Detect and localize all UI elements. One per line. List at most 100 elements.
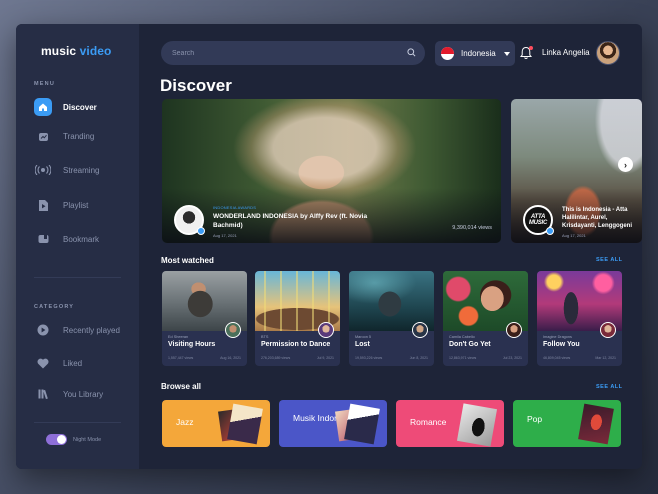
featured-video-card[interactable]: INDONESIA AWARDS WONDERLAND INDONESIA by… [162,99,501,243]
video-artist[interactable]: Maroon 5 [355,335,371,339]
album-art-image [456,403,498,447]
sidebar-item-label: You Library [63,389,104,399]
album-art-image [344,403,380,445]
video-artist[interactable]: Imagine Dragons [543,335,572,339]
toggle-switch[interactable] [46,434,67,445]
sidebar-item-library[interactable]: You Library [34,383,129,405]
library-icon [34,385,52,403]
verified-icon [197,227,205,235]
brand-name-primary: music [41,44,77,58]
genre-card-romance[interactable]: Romance [396,400,504,447]
video-card[interactable]: Maroon 5 Lost 19,593,226 views Jun 8, 20… [349,271,434,366]
chevron-right-icon: › [624,159,627,170]
video-card[interactable]: Camila Cabello Don't Go Yet 12,863,971 v… [443,271,528,366]
search-icon[interactable] [407,48,416,57]
trending-icon [34,127,52,145]
bookmark-icon [34,230,52,248]
browse-all-see-all-link[interactable]: SEE ALL [596,384,623,390]
featured-views: 9,390,014 views [452,225,492,231]
video-title[interactable]: Follow You [543,341,620,348]
artist-avatar[interactable] [506,322,522,338]
sidebar-item-liked[interactable]: Liked [34,352,129,374]
artist-avatar[interactable] [225,322,241,338]
video-title[interactable]: Lost [355,341,432,348]
country-selector[interactable]: Indonesia [435,41,515,66]
album-art-image [578,403,614,445]
sidebar-item-discover[interactable]: Discover [34,96,129,118]
genre-card-jazz[interactable]: Jazz [162,400,270,447]
category-section-label: CATEGORY [34,304,75,310]
menu-section-label: MENU [34,81,55,87]
playlist-icon [34,196,52,214]
most-watched-title: Most watched [161,256,214,265]
genre-card-pop[interactable]: Pop [513,400,621,447]
search-input[interactable] [172,41,392,65]
country-label: Indonesia [461,49,496,58]
toggle-knob [57,435,66,444]
sidebar-item-label: Liked [63,358,83,368]
featured-date: Aug 17, 2021 [213,233,237,238]
sidebar-divider [34,277,121,278]
user-avatar[interactable] [596,41,620,65]
featured-title[interactable]: This is Indonesia - Atta Halilintar, Aur… [562,206,642,230]
carousel-next-button[interactable]: › [618,157,633,172]
artist-avatar[interactable] [600,322,616,338]
video-artist[interactable]: Ed Sheeran [168,335,188,339]
video-views: 12,863,971 views [449,356,477,360]
video-date: Mar 12, 2021 [595,356,616,360]
video-date: Aug 16, 2021 [220,356,241,360]
video-card[interactable]: Imagine Dragons Follow You 46,809,045 vi… [537,271,622,366]
video-views: 276,203,689 views [261,356,291,360]
sidebar: music video MENU Discover Tranding Strea… [16,24,139,469]
night-mode-toggle[interactable]: Night Mode [46,434,101,445]
channel-avatar-text: ATTA MUSIC [528,214,548,226]
indonesia-flag-icon [441,47,454,60]
brand-logo[interactable]: music video [41,44,111,58]
sidebar-item-streaming[interactable]: Streaming [34,159,129,181]
verified-icon [546,227,554,235]
video-artist[interactable]: Camila Cabello [449,335,475,339]
video-date: Jul 9, 2021 [316,356,334,360]
artist-avatar[interactable] [318,322,334,338]
genre-label: Jazz [176,417,194,427]
sidebar-item-label: Streaming [63,165,100,175]
featured-tag: INDONESIA AWARDS [213,205,257,210]
broadcast-icon [34,161,52,179]
notification-badge [529,46,533,50]
night-mode-label: Night Mode [73,436,102,443]
album-art-image [227,403,263,445]
featured-date: Aug 17, 2021 [562,233,586,238]
video-card[interactable]: Ed Sheeran Visiting Hours 1,557,447 view… [162,271,247,366]
featured-title[interactable]: WONDERLAND INDONESIA by Alffy Rev (ft. N… [213,212,383,230]
video-artist[interactable]: BTS [261,335,268,339]
video-date: Jun 8, 2021 [409,356,428,360]
heart-icon [34,354,52,372]
genre-card-musik-indonesia[interactable]: Musik Indonesia [279,400,387,447]
video-title[interactable]: Don't Go Yet [449,341,526,348]
brand-name-accent: video [76,44,112,58]
play-circle-icon [34,321,52,339]
browse-all-title: Browse all [161,382,202,391]
video-card[interactable]: BTS Permission to Dance 276,203,689 view… [255,271,340,366]
page-title: Discover [160,76,232,95]
sidebar-item-playlist[interactable]: Playlist [34,194,129,216]
search-bar [161,41,425,65]
user-name[interactable]: Linka Angelia [542,48,590,57]
sidebar-divider [34,422,121,423]
sidebar-item-label: Playlist [63,200,89,210]
app-window: music video MENU Discover Tranding Strea… [16,24,642,469]
most-watched-see-all-link[interactable]: SEE ALL [596,257,623,263]
sidebar-item-recently-played[interactable]: Recently played [34,319,129,341]
artist-avatar[interactable] [412,322,428,338]
video-views: 46,809,045 views [543,356,571,360]
home-icon [34,98,52,116]
genre-label: Romance [410,417,447,427]
video-views: 1,557,447 views [168,356,194,360]
video-views: 19,593,226 views [355,356,383,360]
sidebar-item-tranding[interactable]: Tranding [34,125,129,147]
video-title[interactable]: Permission to Dance [261,341,338,348]
sidebar-item-bookmark[interactable]: Bookmark [34,228,129,250]
video-title[interactable]: Visiting Hours [168,341,245,348]
chevron-down-icon [503,51,510,56]
sidebar-item-label: Tranding [63,131,95,141]
